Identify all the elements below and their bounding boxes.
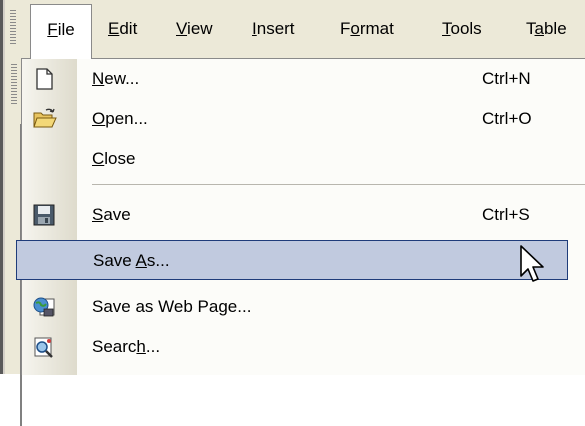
menu-item-save-as-label: Save As... xyxy=(93,251,170,270)
menu-edit[interactable]: Edit xyxy=(108,4,137,54)
menu-item-save-as-web-page[interactable]: Save as Web Page... xyxy=(22,287,585,327)
menu-bar xyxy=(5,0,585,60)
menu-item-new-shortcut: Ctrl+N xyxy=(482,69,531,88)
menu-view[interactable]: View xyxy=(176,4,213,54)
menu-item-close-label: Close xyxy=(92,149,136,168)
menu-table[interactable]: Table xyxy=(526,4,567,54)
menu-item-save-as-web-page-label: Save as Web Page... xyxy=(92,297,252,316)
menu-edit-accel: E xyxy=(108,19,120,38)
menu-item-close[interactable]: Close xyxy=(22,139,585,179)
menu-format[interactable]: Format xyxy=(340,4,394,54)
menu-item-save[interactable]: Save Ctrl+S xyxy=(22,195,585,235)
menu-item-new[interactable]: New... Ctrl+N xyxy=(22,59,585,99)
menu-table-rest: ble xyxy=(543,19,567,38)
menu-insert[interactable]: Insert xyxy=(252,4,295,54)
menu-file[interactable]: File xyxy=(30,4,92,59)
menu-format-accel: o xyxy=(350,19,360,38)
open-folder-icon xyxy=(32,107,57,131)
menu-item-open-label: Open... xyxy=(92,109,148,128)
search-icon xyxy=(32,335,56,359)
menu-format-pre: F xyxy=(340,19,351,38)
floppy-disk-icon xyxy=(32,203,56,227)
web-page-icon xyxy=(32,295,56,319)
menu-item-save-as[interactable]: Save As... xyxy=(16,240,568,280)
menu-tools[interactable]: Tools xyxy=(442,4,482,54)
menu-table-accel: a xyxy=(534,19,544,38)
menu-table-pre: T xyxy=(526,19,535,38)
menu-file-accel: F xyxy=(47,20,58,39)
menu-edit-rest: dit xyxy=(119,19,138,38)
file-menu-dropdown: New... Ctrl+N Open... Ctrl+O Close Save … xyxy=(16,58,585,375)
toolbar-grip-handle[interactable] xyxy=(11,64,17,104)
menu-file-rest: ile xyxy=(57,20,75,39)
menu-item-save-label: Save xyxy=(92,205,131,224)
menu-view-rest: iew xyxy=(187,19,213,38)
mouse-pointer-icon xyxy=(519,244,545,284)
menu-format-rest: rmat xyxy=(359,19,394,38)
menu-item-open-shortcut: Ctrl+O xyxy=(482,109,532,128)
new-document-icon xyxy=(32,67,56,91)
menu-item-search-label: Search... xyxy=(92,337,161,356)
menu-item-open[interactable]: Open... Ctrl+O xyxy=(22,99,585,139)
menu-item-new-label: New... xyxy=(92,69,140,88)
menu-tools-accel: T xyxy=(442,19,451,38)
menu-bar-grip-handle[interactable] xyxy=(10,10,16,46)
menu-tools-rest: ools xyxy=(450,19,482,38)
menu-item-search[interactable]: Search... xyxy=(22,327,585,367)
menu-insert-rest: nsert xyxy=(256,19,295,38)
menu-view-accel: V xyxy=(176,19,188,38)
menu-separator xyxy=(92,184,585,185)
menu-item-save-shortcut: Ctrl+S xyxy=(482,205,530,224)
